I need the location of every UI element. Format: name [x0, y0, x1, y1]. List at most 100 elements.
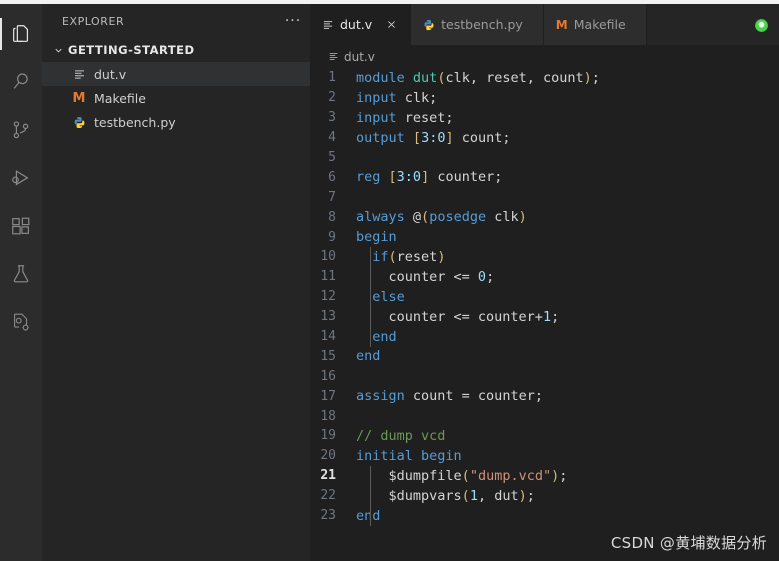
activity-item-source-control[interactable] [0, 106, 42, 154]
tab-label: dut.v [340, 17, 373, 32]
code-token: ; [591, 69, 600, 86]
code-line: 10 if(reset) [310, 247, 779, 267]
activity-item-run-and-debug[interactable] [0, 154, 42, 202]
code-token: 1 [469, 487, 478, 504]
python-file-icon [423, 19, 435, 31]
line-text: input reset; [356, 110, 779, 126]
extensions-icon [10, 215, 32, 237]
tab-label: testbench.py [441, 17, 523, 32]
makefile-icon: M [72, 90, 86, 106]
code-token: counter <= [356, 268, 478, 285]
line-number: 3 [328, 110, 336, 126]
code-token: [ [388, 169, 397, 186]
code-token: count = counter; [404, 388, 543, 405]
explorer-sidebar: EXPLORER ··· GETTING-STARTED dut.v M Mak… [42, 4, 310, 561]
line-text: counter <= counter+1; [356, 309, 779, 325]
workbench-body: EXPLORER ··· GETTING-STARTED dut.v M Mak… [0, 4, 779, 561]
code-token: initial [356, 447, 413, 464]
code-line: 19 // dump vcd [310, 426, 779, 446]
breadcrumb-label: dut.v [344, 49, 375, 64]
line-number: 4 [328, 130, 336, 146]
line-text: always @(posedge clk) [356, 209, 779, 225]
tab-dut-v[interactable]: dut.v [310, 4, 412, 45]
line-number: 16 [320, 368, 336, 384]
explorer-file-label: dut.v [94, 66, 127, 82]
line-number: 22 [320, 488, 336, 504]
activity-bar [0, 4, 42, 561]
code-token: ; [551, 308, 560, 325]
activity-item-cocotb[interactable] [0, 298, 42, 346]
code-token: $dumpvars [356, 487, 462, 504]
activity-item-extensions[interactable] [0, 202, 42, 250]
line-number: 2 [328, 90, 336, 106]
explorer-file-dut-v[interactable]: dut.v [42, 62, 310, 86]
code-token: reset [396, 248, 438, 265]
explorer-file-testbench-py[interactable]: testbench.py [42, 110, 310, 134]
line-text: else [356, 289, 779, 305]
code-token: always [356, 209, 405, 226]
code-token: counter; [429, 169, 503, 186]
code-token: 0 [477, 268, 487, 285]
code-line: 23 end [310, 506, 779, 526]
sidebar-header: EXPLORER ··· [42, 4, 310, 38]
explorer-file-makefile[interactable]: M Makefile [42, 86, 310, 110]
status-green-indicator-icon[interactable] [753, 17, 769, 33]
line-number: 20 [320, 448, 336, 464]
code-token: ) [437, 248, 446, 265]
code-token: end [356, 507, 381, 524]
line-number: 21 [320, 468, 336, 484]
activity-item-search[interactable] [0, 58, 42, 106]
code-token: ; [559, 467, 568, 484]
line-number: 1 [328, 70, 336, 86]
code-line: 2 input clk; [310, 88, 779, 108]
line-text: initial begin [356, 448, 779, 464]
sidebar-more-actions-button[interactable]: ··· [282, 10, 304, 32]
code-line: 7 [310, 187, 779, 207]
code-token: [ [412, 129, 422, 146]
line-text: input clk; [356, 90, 779, 106]
activity-item-testing[interactable] [0, 250, 42, 298]
line-number: 8 [328, 209, 336, 225]
code-line: 11 counter <= 0; [310, 267, 779, 287]
explorer-folder-getting-started[interactable]: GETTING-STARTED [42, 38, 310, 62]
code-token: posedge [429, 209, 487, 226]
code-token: ] [445, 129, 454, 146]
code-token: $dumpfile [356, 467, 462, 484]
source-control-icon [10, 119, 32, 141]
code-editor[interactable]: 1 module dut(clk, reset, count); 2 input cl… [310, 68, 779, 561]
files-icon [10, 23, 32, 45]
line-number: 19 [320, 428, 336, 444]
close-icon[interactable] [382, 16, 400, 34]
code-token: ) [583, 69, 592, 86]
line-text: $dumpvars(1, dut); [356, 488, 779, 504]
chevron-down-icon [50, 42, 66, 58]
explorer-file-label: testbench.py [94, 114, 176, 130]
line-number: 11 [320, 269, 336, 285]
line-text: end [356, 508, 779, 524]
line-text: // dump vcd [356, 428, 779, 444]
python-file-icon [70, 114, 88, 130]
line-number: 7 [328, 189, 336, 205]
code-token: ( [388, 248, 397, 265]
line-number: 17 [320, 388, 336, 404]
code-token: begin [356, 229, 397, 246]
code-token: if [372, 248, 389, 265]
breadcrumb[interactable]: dut.v [310, 45, 779, 68]
code-token: "dump.vcd" [469, 467, 552, 484]
code-token: 3:0 [396, 169, 422, 186]
activity-item-explorer[interactable] [0, 10, 42, 58]
code-token: ) [518, 487, 527, 504]
code-token: ; [526, 487, 535, 504]
tab-testbench-py[interactable]: testbench.py [411, 4, 544, 45]
code-token: dut [412, 69, 438, 86]
code-token: ; [486, 268, 495, 285]
line-text: begin [356, 229, 779, 245]
code-lines: 1 module dut(clk, reset, count); 2 input cl… [310, 68, 779, 525]
tab-makefile[interactable]: M Makefile [543, 4, 647, 45]
line-text: assign count = counter; [356, 388, 779, 404]
code-token: reset; [396, 109, 454, 126]
